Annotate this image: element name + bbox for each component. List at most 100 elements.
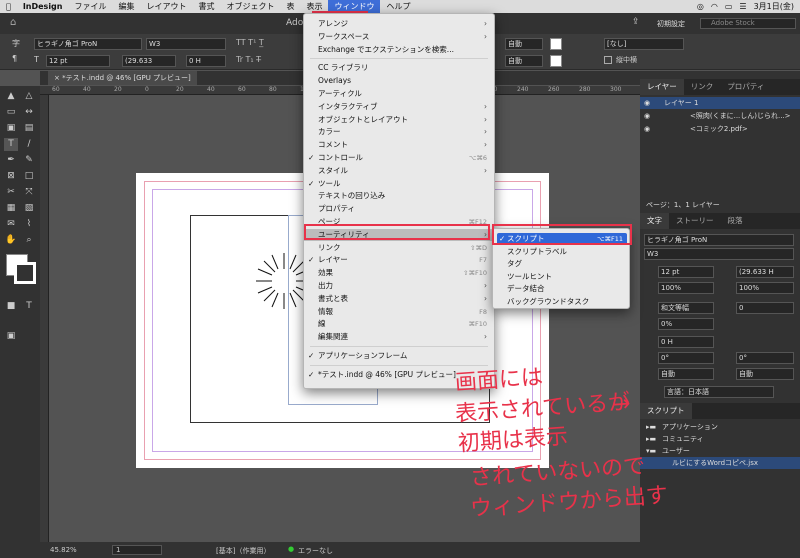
window-menu-item[interactable]: オブジェクトとレイアウト › [304, 114, 494, 126]
window-menu-item[interactable]: 出力 › [304, 280, 494, 292]
eye-icon[interactable]: ◉ [644, 110, 650, 122]
char-hscale-field[interactable]: 100% [658, 282, 714, 294]
rect-tool-icon[interactable]: □ [22, 170, 36, 183]
vertical-checkbox[interactable] [604, 56, 612, 64]
home-icon[interactable]: ⌂ [10, 17, 16, 28]
window-menu-item[interactable]: 線 ⌘F10 [304, 318, 494, 330]
formatting-text-icon[interactable]: T [22, 300, 36, 313]
window-menu-item[interactable]: 効果 ⇧⌘F10 [304, 267, 494, 279]
font-size-field[interactable]: 12 pt [46, 55, 110, 67]
gradient-tool-icon[interactable]: ▦ [4, 202, 18, 215]
auto-field-1[interactable]: 自動 [505, 38, 543, 50]
battery-icon[interactable]: ▭ [725, 2, 733, 11]
stroke-none-swatch[interactable] [550, 55, 562, 67]
creative-cloud-icon[interactable]: ◎ [697, 2, 704, 11]
menu-layout[interactable]: レイアウト [140, 0, 192, 13]
text-format-icons[interactable]: TT T¹ T̲ [236, 38, 264, 47]
tab-layers[interactable]: レイヤー [640, 79, 684, 95]
window-menu-item[interactable]: 情報 F8 [304, 306, 494, 318]
menu-edit[interactable]: 編集 [112, 0, 140, 13]
window-menu-item[interactable]: アレンジ › [304, 18, 494, 30]
tab-character[interactable]: 文字 [640, 213, 669, 229]
char-style-field[interactable]: [なし] [604, 38, 684, 50]
zoom-level[interactable]: 45.82% [50, 546, 77, 554]
font-style-field[interactable]: W3 [146, 38, 226, 50]
workspace-switcher[interactable]: 初期設定 [657, 19, 685, 29]
eye-icon[interactable]: ◉ [644, 123, 650, 135]
window-menu-item[interactable]: ワークスペース › [304, 31, 494, 43]
wifi-icon[interactable]: ◠ [711, 2, 718, 11]
preflight-errors[interactable]: エラーなし [298, 546, 333, 556]
menu-table[interactable]: 表 [280, 0, 300, 13]
zoom-tool-icon[interactable]: ⌕ [22, 234, 36, 247]
tab-story[interactable]: ストーリー [669, 213, 721, 229]
document-tab[interactable]: × *テスト.indd @ 46% [GPU プレビュー] [48, 71, 197, 85]
pencil-tool-icon[interactable]: ✎ [22, 154, 36, 167]
tab-scripts[interactable]: スクリプト [640, 403, 692, 419]
window-menu-item[interactable]: コメント › [304, 139, 494, 151]
window-menu-item[interactable]: 編集関連 › [304, 331, 494, 343]
rect-frame-tool-icon[interactable]: ⊠ [4, 170, 18, 183]
leading-field[interactable]: (29.633 [122, 55, 176, 67]
char-leading-field[interactable]: (29.633 H [736, 266, 794, 278]
script-folder-user[interactable]: ▾▬ ユーザー [640, 445, 800, 457]
window-menu-item[interactable]: ✓ コントロール ⌥⌘6 [304, 152, 494, 164]
window-menu-item[interactable]: プロパティ [304, 203, 494, 215]
stock-search-input[interactable]: Adobe Stock [700, 18, 796, 29]
layer-item-row[interactable]: ◉ <コミック2.pdf> [640, 123, 800, 135]
window-menu-item[interactable]: Exchange でエクステンションを検索... [304, 44, 494, 56]
char-mode-icon[interactable]: 字 [12, 38, 20, 49]
note-tool-icon[interactable]: ✉ [4, 218, 18, 231]
window-menu-item[interactable]: ✓ アプリケーションフレーム [304, 350, 494, 362]
pen-tool-icon[interactable]: ✒ [4, 154, 18, 167]
control-center-icon[interactable]: ☰ [739, 2, 746, 11]
menu-help[interactable]: ヘルプ [380, 0, 416, 13]
default-colors-icon[interactable]: ■ [4, 300, 18, 313]
tsume-field[interactable]: 0% [658, 318, 714, 330]
gradient-feather-tool-icon[interactable]: ▧ [22, 202, 36, 215]
stroke-swatch[interactable] [14, 262, 36, 284]
window-menu-item[interactable]: ✓ レイヤー F7 [304, 254, 494, 266]
mojikumi-field[interactable]: 和文等幅 [658, 302, 714, 314]
window-menu-item[interactable]: CC ライブラリ [304, 62, 494, 74]
direct-selection-tool-icon[interactable]: △ [22, 90, 36, 103]
layer-item-row[interactable]: ◉ <照肉(くまに...しん)じられ...> [640, 110, 800, 122]
layer-row[interactable]: ◉ レイヤー 1 [640, 97, 800, 109]
apple-icon[interactable]:  [0, 0, 17, 13]
window-menu-item[interactable]: インタラクティブ › [304, 101, 494, 113]
tab-links[interactable]: リンク [684, 79, 721, 95]
eyedropper-tool-icon[interactable]: ⌇ [22, 218, 36, 231]
window-menu-item[interactable]: Overlays [304, 75, 494, 87]
scissors-tool-icon[interactable]: ✂ [4, 186, 18, 199]
utility-submenu-item[interactable]: ツールヒント [497, 271, 627, 283]
char-tracking-field[interactable]: 0 [736, 302, 794, 314]
menu-type[interactable]: 書式 [192, 0, 220, 13]
menu-app-name[interactable]: InDesign [17, 0, 69, 13]
gap-tool-icon[interactable]: ↔ [22, 106, 36, 119]
type-tool-icon[interactable]: T [4, 138, 18, 151]
char-font-field[interactable]: ヒラギノ角ゴ ProN [644, 234, 794, 246]
line-tool-icon[interactable]: / [22, 138, 36, 151]
selection-tool-icon[interactable]: ▲ [4, 90, 18, 103]
para-mode-icon[interactable]: ¶ [12, 54, 17, 63]
content-placer-icon[interactable]: ▤ [22, 122, 36, 135]
script-folder-community[interactable]: ▸▬ コミュニティ [640, 433, 800, 445]
rotation-field-2[interactable]: 0° [736, 352, 794, 364]
menu-file[interactable]: ファイル [68, 0, 112, 13]
char-vscale-field[interactable]: 100% [736, 282, 794, 294]
char-auto-field-1[interactable]: 自動 [658, 368, 714, 380]
utility-submenu-item[interactable]: バックグラウンドタスク [497, 296, 627, 308]
hand-tool-icon[interactable]: ✋ [4, 234, 18, 247]
language-field[interactable]: 言語：日本語 [664, 386, 774, 398]
menu-object[interactable]: オブジェクト [220, 0, 280, 13]
content-collector-icon[interactable]: ▣ [4, 122, 18, 135]
fill-none-swatch[interactable] [550, 38, 562, 50]
text-format-icons-2[interactable]: Tr T₁ T̶ [236, 55, 261, 64]
script-folder-application[interactable]: ▸▬ アプリケーション [640, 421, 800, 433]
window-menu-item[interactable]: 書式と表 › [304, 293, 494, 305]
window-menu-item[interactable]: アーティクル [304, 88, 494, 100]
window-menu-item[interactable]: スタイル › [304, 165, 494, 177]
auto-field-2[interactable]: 自動 [505, 55, 543, 67]
tab-properties[interactable]: プロパティ [720, 79, 771, 95]
window-menu-item[interactable]: リンク ⇧⌘D [304, 242, 494, 254]
